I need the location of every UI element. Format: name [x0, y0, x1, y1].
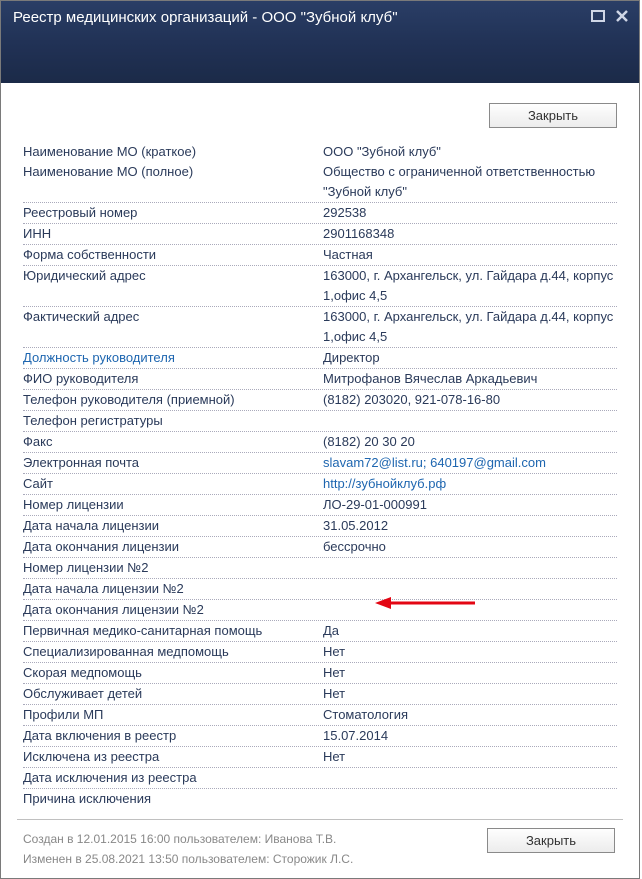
field-label: Дата начала лицензии №2 — [23, 579, 323, 599]
maximize-icon[interactable] — [591, 9, 605, 23]
email-link[interactable]: slavam72@list.ru; 640197@gmail.com — [323, 453, 617, 473]
dialog-body: Закрыть Наименование МО (краткое)ООО "Зу… — [1, 83, 639, 878]
title-bar: Реестр медицинских организаций - ООО "Зу… — [1, 1, 639, 83]
field-label: Дата исключения из реестра — [23, 768, 323, 788]
field-value: 15.07.2014 — [323, 726, 617, 746]
field-label: Наименование МО (краткое) — [23, 142, 323, 162]
field-label: Дата окончания лицензии — [23, 537, 323, 557]
field-value: Нет — [323, 663, 617, 683]
field-value: Стоматология — [323, 705, 617, 725]
field-label: ФИО руководителя — [23, 369, 323, 389]
field-label: Обслуживает детей — [23, 684, 323, 704]
field-value: 163000, г. Архангельск, ул. Гайдара д.44… — [323, 307, 617, 347]
field-label: Наименование МО (полное) — [23, 162, 323, 182]
field-label: Причина исключения — [23, 789, 323, 809]
field-value: Нет — [323, 684, 617, 704]
window-title: Реестр медицинских организаций - ООО "Зу… — [13, 7, 591, 26]
field-value: 2901168348 — [323, 224, 617, 244]
field-value: Митрофанов Вячеслав Аркадьевич — [323, 369, 617, 389]
field-label: Дата начала лицензии — [23, 516, 323, 536]
site-link[interactable]: http://зубнойклуб.рф — [323, 474, 617, 494]
dialog-window: Реестр медицинских организаций - ООО "Зу… — [0, 0, 640, 879]
details-list: Наименование МО (краткое)ООО "Зубной клу… — [15, 142, 625, 809]
field-label: Должность руководителя — [23, 348, 323, 368]
field-label: Телефон руководителя (приемной) — [23, 390, 323, 410]
field-value: Нет — [323, 747, 617, 767]
field-label: Сайт — [23, 474, 323, 494]
field-value: Нет — [323, 642, 617, 662]
field-value: Частная — [323, 245, 617, 265]
field-value: Да — [323, 621, 617, 641]
field-value: (8182) 203020, 921-078-16-80 — [323, 390, 617, 410]
field-value: бессрочно — [323, 537, 617, 557]
field-label: Профили МП — [23, 705, 323, 725]
field-label: Форма собственности — [23, 245, 323, 265]
close-button-bottom[interactable]: Закрыть — [487, 828, 615, 853]
field-label: Фактический адрес — [23, 307, 323, 327]
field-label: ИНН — [23, 224, 323, 244]
field-label: Номер лицензии №2 — [23, 558, 323, 578]
field-label: Исключена из реестра — [23, 747, 323, 767]
field-label: Номер лицензии — [23, 495, 323, 515]
field-value: Общество с ограниченной ответственностью… — [323, 162, 617, 202]
field-value: 292538 — [323, 203, 617, 223]
field-label: Электронная почта — [23, 453, 323, 473]
field-value: Директор — [323, 348, 617, 368]
footer-bar: Закрыть Создан в 12.01.2015 16:00 пользо… — [17, 819, 623, 866]
field-value: 163000, г. Архангельск, ул. Гайдара д.44… — [323, 266, 617, 306]
field-value: (8182) 20 30 20 — [323, 432, 617, 452]
field-label: Дата окончания лицензии №2 — [23, 600, 323, 620]
field-value: 31.05.2012 — [323, 516, 617, 536]
field-label: Дата включения в реестр — [23, 726, 323, 746]
field-value: ООО "Зубной клуб" — [323, 142, 617, 162]
window-controls — [591, 7, 629, 23]
field-label: Телефон регистратуры — [23, 411, 323, 431]
close-icon[interactable] — [615, 9, 629, 23]
field-label: Скорая медпомощь — [23, 663, 323, 683]
field-label: Юридический адрес — [23, 266, 323, 286]
close-button-top[interactable]: Закрыть — [489, 103, 617, 128]
field-label: Первичная медико-санитарная помощь — [23, 621, 323, 641]
modified-meta: Изменен в 25.08.2021 13:50 пользователем… — [23, 852, 617, 866]
field-label: Факс — [23, 432, 323, 452]
field-label: Реестровый номер — [23, 203, 323, 223]
field-value: ЛО-29-01-000991 — [323, 495, 617, 515]
field-label: Специализированная медпомощь — [23, 642, 323, 662]
